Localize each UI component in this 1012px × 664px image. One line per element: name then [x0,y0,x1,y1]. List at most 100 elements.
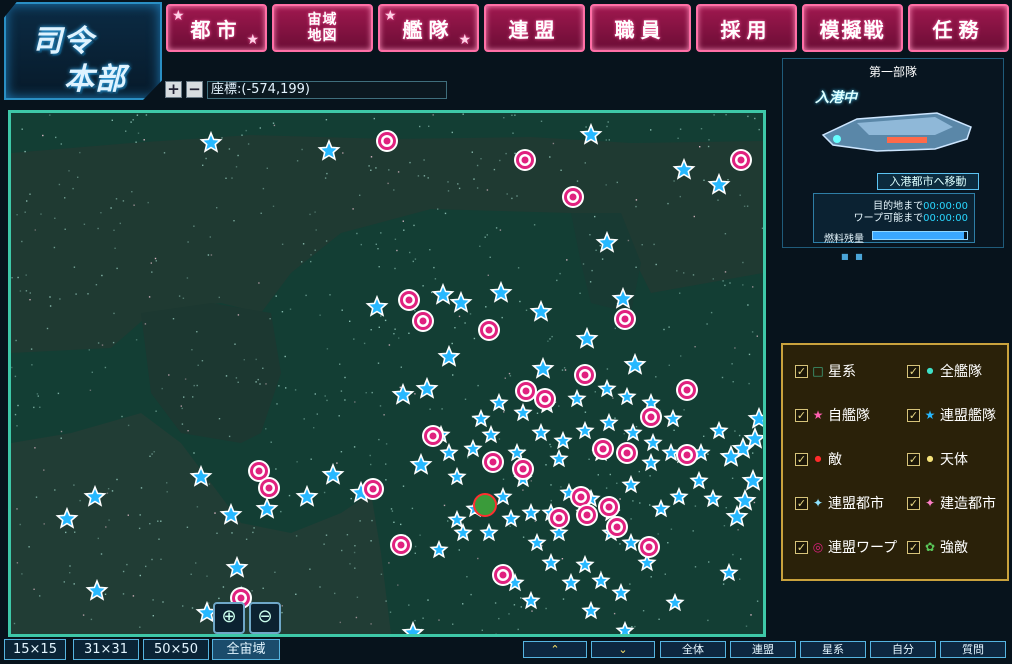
legend-label: 建造都市 [940,496,996,512]
filter-alliance-button[interactable]: 連盟 [730,641,796,658]
checkbox-checked-icon[interactable]: ✓ [795,452,808,466]
scale-all-button[interactable]: 全宙域 [212,639,280,660]
star-icon: ★ [246,32,259,48]
checkbox-checked-icon[interactable]: ✓ [795,540,808,554]
alliance-warp-target-icon[interactable] [577,493,585,501]
filter-all-button[interactable]: 全体 [660,641,726,658]
alliance-warp-target-icon[interactable] [369,485,377,493]
expand-plus-button[interactable]: + [165,81,182,98]
nav-recruit-label: 採用 [720,17,773,42]
alliance-warp-target-icon[interactable] [383,137,391,145]
dot-icon: ● [926,366,934,375]
alliance-warp-target-icon[interactable] [555,514,563,522]
alliance-warp-target-icon[interactable] [621,315,629,323]
checkbox-checked-icon[interactable]: ✓ [795,408,808,422]
checkbox-checked-icon[interactable]: ✓ [795,364,808,378]
legend-item-8[interactable]: ✓ ✦ 建造都市 [907,493,996,513]
chevron-up-icon: ⌃ [550,643,560,656]
checkbox-checked-icon[interactable]: ✓ [907,452,920,466]
fleet-page-dots[interactable]: ■ ■ [841,252,865,261]
warp-value: 00:00:00 [923,213,968,224]
alliance-warp-target-icon[interactable] [429,432,437,440]
alliance-warp-target-icon[interactable] [737,156,745,164]
scroll-up-button[interactable]: ⌃ [523,641,587,658]
dot-icon: ● [926,454,934,463]
square-outline-icon: □ [812,364,824,378]
legend-item-6[interactable]: ✓ ● 天体 [907,449,968,469]
legend-item-1[interactable]: ✓ □ 星系 [795,361,856,381]
filter-self-button[interactable]: 自分 [870,641,936,658]
zoom-in-icon: ⊕ [221,606,237,627]
alliance-warp-target-icon[interactable] [683,451,691,459]
legend-label: 連盟ワープ [828,540,898,556]
spaceship-icon[interactable] [817,105,975,159]
legend-label: 全艦隊 [940,364,982,380]
alliance-warp-target-icon[interactable] [581,371,589,379]
logo[interactable]: 司令 本部 [4,2,162,100]
checkbox-checked-icon[interactable]: ✓ [907,364,920,378]
sparkle-icon: ✦ [812,496,824,510]
legend-item-4[interactable]: ✓ ★ 連盟艦隊 [907,405,996,425]
checkbox-checked-icon[interactable]: ✓ [907,408,920,422]
filter-question-button[interactable]: 質問 [940,641,1006,658]
zoom-in-button[interactable]: ⊕ [213,602,245,634]
alliance-warp-target-icon[interactable] [397,541,405,549]
strong-enemy-icon[interactable] [473,493,497,517]
checkbox-checked-icon[interactable]: ✓ [907,540,920,554]
nav-mock-battle-button[interactable]: 模擬戦 [802,4,903,52]
nav-recruit-button[interactable]: 採用 [696,4,797,52]
legend-item-9[interactable]: ✓ ◎ 連盟ワープ [795,537,897,557]
alliance-warp-target-icon[interactable] [623,449,631,457]
star-icon: ★ [172,8,185,24]
checkbox-checked-icon[interactable]: ✓ [907,496,920,510]
nav-missions-button[interactable]: 任務 [908,4,1009,52]
alliance-warp-target-icon[interactable] [683,386,691,394]
legend-item-5[interactable]: ✓ ● 敵 [795,449,842,469]
map-legend: ✓ □ 星系 ✓ ● 全艦隊 ✓ ★ 自艦隊 ✓ ★ 連盟艦隊 ✓ ● 敵 ✓ ● 天体 ✓ ✦ 連盟都市 ✓ ✦ 建造都市 ✓… [781,343,1009,581]
alliance-warp-target-icon[interactable] [265,484,273,492]
alliance-warp-target-icon[interactable] [613,523,621,531]
legend-item-2[interactable]: ✓ ● 全艦隊 [907,361,982,381]
fleet-timers: 目的地まで00:00:00 ワープ可能まで00:00:00 燃料残量 [813,193,975,245]
scale-31-button[interactable]: 31×31 [73,639,139,660]
move-to-port-city-button[interactable]: 入港都市へ移動 [877,173,979,190]
space-map[interactable]: ⊕ ⊖ [8,110,766,637]
alliance-warp-target-icon[interactable] [583,511,591,519]
map-canvas[interactable] [11,113,763,634]
scale-15-button[interactable]: 15×15 [4,639,66,660]
warp-label: ワープ可能まで [853,213,924,224]
nav-cities-button[interactable]: ★ ★ 都市 [166,4,267,52]
legend-item-10[interactable]: ✓ ✿ 強敵 [907,537,968,557]
collapse-minus-button[interactable]: − [186,81,203,98]
alliance-warp-target-icon[interactable] [255,467,263,475]
filter-star-system-button[interactable]: 星系 [800,641,866,658]
alliance-warp-target-icon[interactable] [645,543,653,551]
alliance-warp-target-icon[interactable] [419,317,427,325]
scale-50-button[interactable]: 50×50 [143,639,209,660]
legend-label: 自艦隊 [828,408,870,424]
alliance-warp-target-icon[interactable] [499,571,507,579]
nav-space-map-button[interactable]: 宙域 地図 [272,4,373,52]
nav-fleet-button[interactable]: ★ ★ 艦隊 [378,4,479,52]
star-icon: ★ [924,408,936,422]
alliance-warp-target-icon[interactable] [489,458,497,466]
alliance-warp-target-icon[interactable] [541,395,549,403]
legend-item-7[interactable]: ✓ ✦ 連盟都市 [795,493,884,513]
nav-mock-battle-label: 模擬戦 [819,17,886,42]
alliance-warp-target-icon[interactable] [405,296,413,304]
alliance-warp-target-icon[interactable] [485,326,493,334]
alliance-warp-target-icon[interactable] [521,156,529,164]
alliance-warp-target-icon[interactable] [522,387,530,395]
nav-staff-button[interactable]: 職員 [590,4,691,52]
zoom-out-button[interactable]: ⊖ [249,602,281,634]
scroll-down-button[interactable]: ⌄ [591,641,655,658]
alliance-warp-target-icon[interactable] [647,413,655,421]
alliance-warp-target-icon[interactable] [599,445,607,453]
alliance-warp-target-icon[interactable] [569,193,577,201]
checkbox-checked-icon[interactable]: ✓ [795,496,808,510]
legend-item-3[interactable]: ✓ ★ 自艦隊 [795,405,870,425]
nav-alliance-button[interactable]: 連盟 [484,4,585,52]
alliance-warp-target-icon[interactable] [237,594,245,602]
alliance-warp-target-icon[interactable] [519,465,527,473]
alliance-warp-target-icon[interactable] [605,503,613,511]
